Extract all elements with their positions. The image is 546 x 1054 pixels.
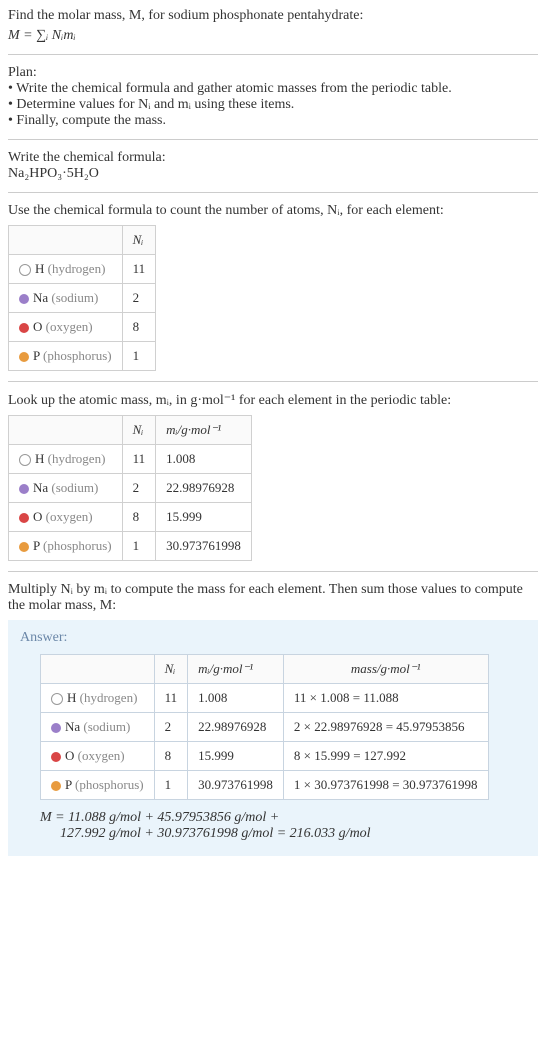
table-row: O (oxygen) 8 15.999 — [9, 503, 252, 532]
element-cell: Na (sodium) — [9, 284, 123, 313]
final-line: 127.992 g/mol + 30.973761998 g/mol = 216… — [60, 826, 526, 842]
multiply-block: Multiply Nᵢ by mᵢ to compute the mass fo… — [8, 582, 538, 614]
element-cell: O (oxygen) — [9, 313, 123, 342]
table-row: O (oxygen) 8 — [9, 313, 156, 342]
dot-icon — [51, 723, 61, 733]
dot-icon — [19, 294, 29, 304]
m-cell: 15.999 — [156, 503, 252, 532]
table-row: H (hydrogen) 11 1.008 11 × 1.008 = 11.08… — [41, 684, 489, 713]
answer-title: Answer: — [20, 630, 526, 646]
element-cell: Na (sodium) — [9, 474, 123, 503]
chemical-formula: Na₂HPO₃·5H₂O — [8, 166, 538, 182]
write-formula-text: Write the chemical formula: — [8, 150, 538, 166]
divider — [8, 381, 538, 382]
plan-bullet: • Finally, compute the mass. — [8, 113, 538, 129]
dot-icon — [19, 323, 29, 333]
multiply-text: Multiply Nᵢ by mᵢ to compute the mass fo… — [8, 582, 538, 614]
dot-icon — [19, 513, 29, 523]
m-cell: 22.98976928 — [156, 474, 252, 503]
intro-formula: M = ∑ᵢ Nᵢmᵢ — [8, 28, 538, 44]
dot-icon — [19, 264, 31, 276]
col-n: Nᵢ — [122, 416, 156, 445]
answer-box: Answer: Nᵢ mᵢ/g·mol⁻¹ mass/g·mol⁻¹ H (hy… — [8, 620, 538, 856]
count-atoms-block: Use the chemical formula to count the nu… — [8, 203, 538, 371]
element-cell: P (phosphorus) — [9, 342, 123, 371]
mass-cell: 11 × 1.008 = 11.088 — [283, 684, 488, 713]
n-cell: 2 — [154, 713, 188, 742]
dot-icon — [19, 484, 29, 494]
n-cell: 1 — [122, 532, 156, 561]
count-table: Nᵢ H (hydrogen) 11 Na (sodium) 2 O (oxyg… — [8, 225, 156, 371]
col-element — [41, 655, 155, 684]
mass-text: Look up the atomic mass, mᵢ, in g·mol⁻¹ … — [8, 392, 538, 409]
table-row: O (oxygen) 8 15.999 8 × 15.999 = 127.992 — [41, 742, 489, 771]
table-row: P (phosphorus) 1 30.973761998 — [9, 532, 252, 561]
element-cell: O (oxygen) — [41, 742, 155, 771]
n-cell: 11 — [122, 445, 156, 474]
write-formula-block: Write the chemical formula: Na₂HPO₃·5H₂O — [8, 150, 538, 182]
final-sum: M = 11.088 g/mol + 45.97953856 g/mol + 1… — [40, 810, 526, 842]
final-line: M = 11.088 g/mol + 45.97953856 g/mol + — [40, 810, 526, 826]
dot-icon — [51, 781, 61, 791]
count-text: Use the chemical formula to count the nu… — [8, 203, 538, 219]
divider — [8, 192, 538, 193]
plan-bullet: • Write the chemical formula and gather … — [8, 81, 538, 97]
intro-text: Find the molar mass, M, for sodium phosp… — [8, 8, 538, 24]
table-row: Na (sodium) 2 — [9, 284, 156, 313]
element-cell: P (phosphorus) — [9, 532, 123, 561]
dot-icon — [19, 352, 29, 362]
divider — [8, 54, 538, 55]
element-cell: H (hydrogen) — [9, 445, 123, 474]
table-row: Na (sodium) 2 22.98976928 — [9, 474, 252, 503]
m-cell: 15.999 — [188, 742, 284, 771]
dot-icon — [19, 454, 31, 466]
n-cell: 1 — [122, 342, 156, 371]
n-cell: 8 — [122, 313, 156, 342]
atomic-mass-block: Look up the atomic mass, mᵢ, in g·mol⁻¹ … — [8, 392, 538, 561]
element-cell: O (oxygen) — [9, 503, 123, 532]
element-cell: H (hydrogen) — [41, 684, 155, 713]
table-row: H (hydrogen) 11 1.008 — [9, 445, 252, 474]
mass-cell: 1 × 30.973761998 = 30.973761998 — [283, 771, 488, 800]
m-cell: 30.973761998 — [188, 771, 284, 800]
n-cell: 11 — [154, 684, 188, 713]
n-cell: 11 — [122, 255, 156, 284]
mass-cell: 2 × 22.98976928 = 45.97953856 — [283, 713, 488, 742]
plan-title: Plan: — [8, 65, 538, 81]
n-cell: 8 — [154, 742, 188, 771]
answer-table: Nᵢ mᵢ/g·mol⁻¹ mass/g·mol⁻¹ H (hydrogen) … — [40, 654, 489, 800]
table-row: P (phosphorus) 1 30.973761998 1 × 30.973… — [41, 771, 489, 800]
intro-line: Find the molar mass, M, for sodium phosp… — [8, 8, 363, 23]
n-cell: 2 — [122, 284, 156, 313]
n-cell: 2 — [122, 474, 156, 503]
table-row: Na (sodium) 2 22.98976928 2 × 22.9897692… — [41, 713, 489, 742]
n-cell: 8 — [122, 503, 156, 532]
divider — [8, 571, 538, 572]
col-n: Nᵢ — [122, 226, 156, 255]
col-element — [9, 226, 123, 255]
col-m: mᵢ/g·mol⁻¹ — [156, 416, 252, 445]
mass-table: Nᵢ mᵢ/g·mol⁻¹ H (hydrogen) 11 1.008 Na (… — [8, 415, 252, 561]
table-row: P (phosphorus) 1 — [9, 342, 156, 371]
element-cell: Na (sodium) — [41, 713, 155, 742]
table-row: H (hydrogen) 11 — [9, 255, 156, 284]
col-m: mᵢ/g·mol⁻¹ — [188, 655, 284, 684]
plan-bullet: • Determine values for Nᵢ and mᵢ using t… — [8, 97, 538, 113]
col-mass: mass/g·mol⁻¹ — [283, 655, 488, 684]
n-cell: 1 — [154, 771, 188, 800]
plan-block: Plan: • Write the chemical formula and g… — [8, 65, 538, 129]
col-n: Nᵢ — [154, 655, 188, 684]
element-cell: H (hydrogen) — [9, 255, 123, 284]
dot-icon — [51, 752, 61, 762]
divider — [8, 139, 538, 140]
col-element — [9, 416, 123, 445]
m-cell: 22.98976928 — [188, 713, 284, 742]
dot-icon — [51, 693, 63, 705]
element-cell: P (phosphorus) — [41, 771, 155, 800]
dot-icon — [19, 542, 29, 552]
m-cell: 1.008 — [156, 445, 252, 474]
m-cell: 30.973761998 — [156, 532, 252, 561]
m-cell: 1.008 — [188, 684, 284, 713]
mass-cell: 8 × 15.999 = 127.992 — [283, 742, 488, 771]
